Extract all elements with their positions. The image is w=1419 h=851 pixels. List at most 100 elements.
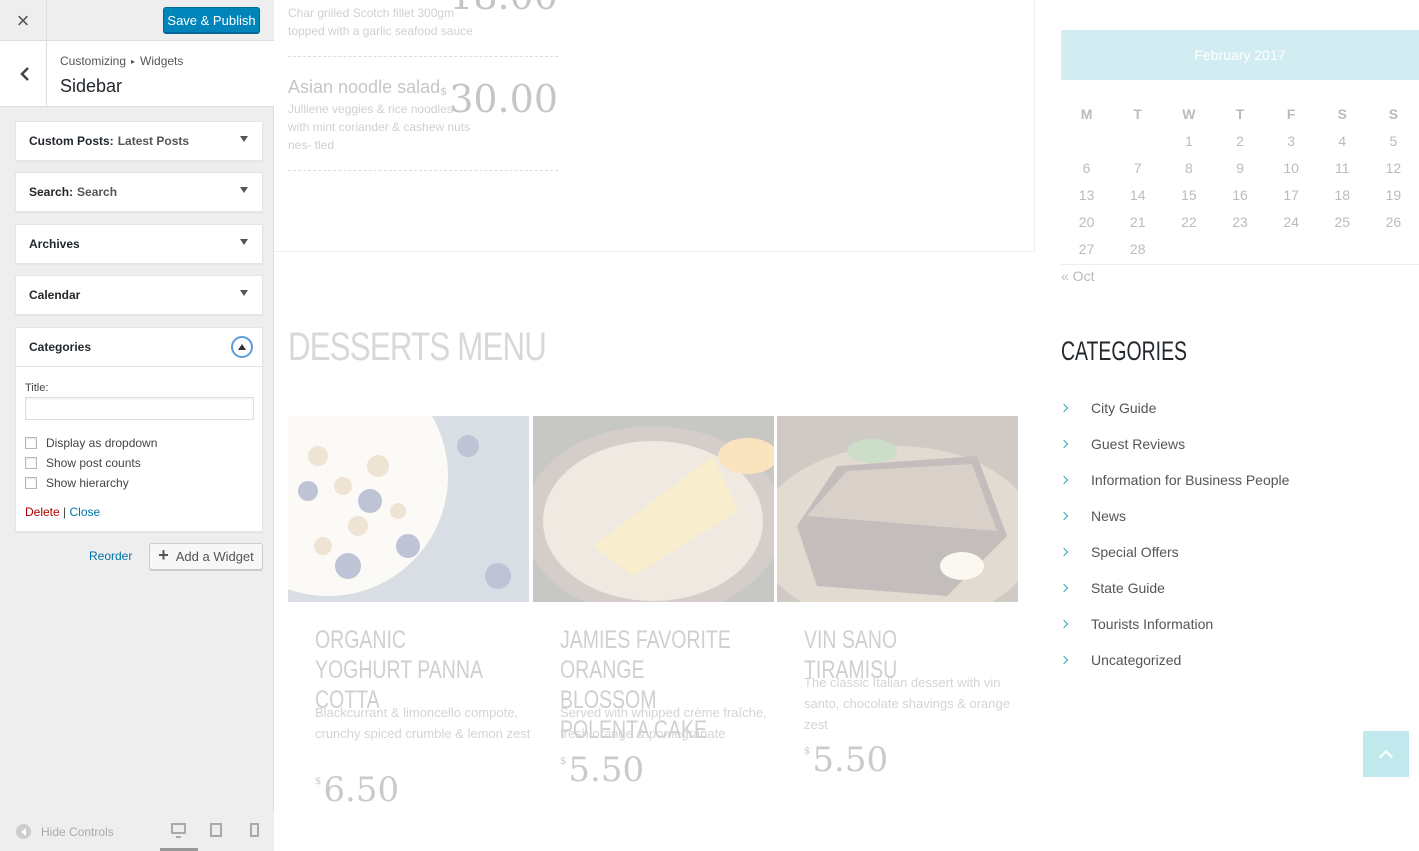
- mobile-preview-icon[interactable]: [250, 823, 259, 837]
- weekday: S: [1388, 105, 1399, 122]
- title-input[interactable]: [25, 397, 254, 420]
- caret-down-icon[interactable]: [240, 239, 248, 245]
- category-item[interactable]: State Guide: [1059, 570, 1289, 606]
- close-icon[interactable]: ×: [0, 0, 47, 41]
- scroll-to-top-button[interactable]: [1363, 731, 1409, 777]
- category-label: Special Offers: [1091, 544, 1179, 560]
- dessert-price: $6.50: [315, 770, 399, 810]
- calendar-week: 27 28: [1061, 235, 1419, 262]
- category-label: State Guide: [1091, 580, 1165, 596]
- chevron-right-icon: [1059, 655, 1069, 665]
- menu-item-price: $30.00: [440, 77, 558, 121]
- reorder-link[interactable]: Reorder: [89, 549, 132, 563]
- calendar-week: 1 2 3 4 5: [1061, 127, 1419, 154]
- tiramisu-image[interactable]: [777, 416, 1018, 602]
- category-item[interactable]: Tourists Information: [1059, 606, 1289, 642]
- calendar-day: 9: [1236, 159, 1244, 176]
- breadcrumb: Customizing ▸ Widgets: [60, 54, 183, 68]
- category-label: Guest Reviews: [1091, 436, 1186, 452]
- caret-up-icon[interactable]: [231, 336, 253, 358]
- back-arrow-svg: [19, 66, 29, 81]
- widget-header[interactable]: Search: Search: [16, 173, 262, 211]
- category-label: City Guide: [1091, 400, 1157, 416]
- category-item[interactable]: News: [1059, 498, 1289, 534]
- calendar-day: 26: [1385, 213, 1402, 230]
- widget-header[interactable]: Custom Posts: Latest Posts: [16, 122, 262, 160]
- calendar-day: 17: [1283, 186, 1299, 203]
- category-item[interactable]: Special Offers: [1059, 534, 1289, 570]
- widget-header[interactable]: Categories: [16, 328, 262, 366]
- widget-header[interactable]: Archives: [16, 225, 262, 263]
- widget-title: Custom Posts:: [29, 134, 114, 148]
- chevron-up-icon: [1378, 749, 1394, 765]
- chevron-right-icon: [1059, 511, 1069, 521]
- tablet-preview-icon[interactable]: [210, 823, 222, 837]
- customizer-panel: × Save & Publish Customizing ▸ Widgets Sid…: [0, 0, 274, 851]
- calendar-day: 5: [1389, 132, 1398, 149]
- polenta-svg: [533, 416, 774, 602]
- weekday: F: [1286, 105, 1296, 122]
- category-label: Information for Business People: [1091, 472, 1290, 488]
- category-item[interactable]: Guest Reviews: [1059, 426, 1289, 462]
- caret-down-icon[interactable]: [240, 290, 248, 296]
- option-post-counts[interactable]: Show post counts: [25, 456, 253, 470]
- post-counts-checkbox[interactable]: [25, 457, 37, 469]
- breadcrumb-customizing: Customizing: [60, 54, 127, 68]
- widget-calendar[interactable]: Calendar: [15, 275, 263, 315]
- calendar-prev-link[interactable]: « Oct: [1061, 268, 1094, 284]
- hierarchy-checkbox[interactable]: [25, 477, 37, 489]
- price-value: 5.50: [812, 740, 889, 780]
- desserts-heading: DESSERTS MENU: [288, 325, 547, 369]
- option-hierarchy[interactable]: Show hierarchy: [25, 476, 253, 490]
- category-item[interactable]: City Guide: [1059, 390, 1289, 426]
- option-dropdown[interactable]: Display as dropdown: [25, 436, 253, 450]
- customizer-footer: Hide Controls: [0, 811, 274, 851]
- widget-search[interactable]: Search: Search: [15, 172, 263, 212]
- option-label: Show post counts: [46, 456, 141, 470]
- widget-title: Search:: [29, 185, 74, 199]
- calendar-divider: [1061, 264, 1419, 265]
- widget-custom-posts[interactable]: Custom Posts: Latest Posts: [15, 121, 263, 161]
- chevron-right-icon: [1059, 583, 1069, 593]
- hide-controls-button[interactable]: Hide Controls: [16, 824, 114, 839]
- category-label: Tourists Information: [1091, 616, 1214, 632]
- widget-archives[interactable]: Archives: [15, 224, 263, 264]
- widget-header[interactable]: Calendar: [16, 276, 262, 314]
- category-item[interactable]: Uncategorized: [1059, 642, 1289, 678]
- divider: [288, 170, 558, 171]
- calendar-day: 8: [1184, 159, 1193, 176]
- add-widget-button[interactable]: + Add a Widget: [149, 543, 263, 570]
- desktop-preview-icon[interactable]: [171, 823, 186, 838]
- caret-down-icon[interactable]: [240, 187, 248, 193]
- tiramisu-svg: [777, 416, 1018, 602]
- calendar-caption: February 2017: [1061, 30, 1419, 80]
- section-title: Sidebar: [60, 76, 123, 96]
- site-preview: Char grilled Scotch fillet 300gm topped …: [275, 0, 1419, 851]
- dropdown-checkbox[interactable]: [25, 437, 37, 449]
- currency: $: [440, 85, 448, 98]
- calendar-day: 28: [1129, 240, 1146, 257]
- category-item[interactable]: Information for Business People: [1059, 462, 1290, 498]
- categories-heading: CATEGORIES: [1061, 336, 1188, 366]
- dessert-desc: The classic Italian dessert with vin san…: [804, 675, 1010, 732]
- customizer-header: × Save & Publish: [0, 0, 274, 41]
- delete-link[interactable]: Delete: [25, 505, 60, 519]
- divider: [288, 56, 558, 57]
- calendar-day: 19: [1385, 186, 1402, 203]
- caret-down-icon[interactable]: [240, 136, 248, 142]
- calendar-day: 13: [1078, 186, 1095, 203]
- calendar-day: 16: [1232, 186, 1248, 203]
- widget-categories[interactable]: Categories Title: Display as dropdown Sh…: [15, 327, 263, 532]
- close-link[interactable]: Close: [70, 505, 101, 519]
- chevron-right-icon: [1059, 439, 1069, 449]
- calendar-day: 22: [1181, 213, 1197, 230]
- price-value: 30.00: [449, 77, 558, 121]
- weekday: T: [1133, 105, 1142, 122]
- calendar-day: 23: [1232, 213, 1248, 230]
- currency: $: [560, 756, 567, 767]
- menu-item: Asian noodle salad Julliene veggies & ri…: [288, 77, 558, 154]
- yoghurt-image[interactable]: [288, 416, 529, 602]
- save-publish-button[interactable]: Save & Publish: [163, 7, 260, 33]
- back-arrow-icon[interactable]: [3, 41, 47, 106]
- polenta-cake-image[interactable]: [533, 416, 774, 602]
